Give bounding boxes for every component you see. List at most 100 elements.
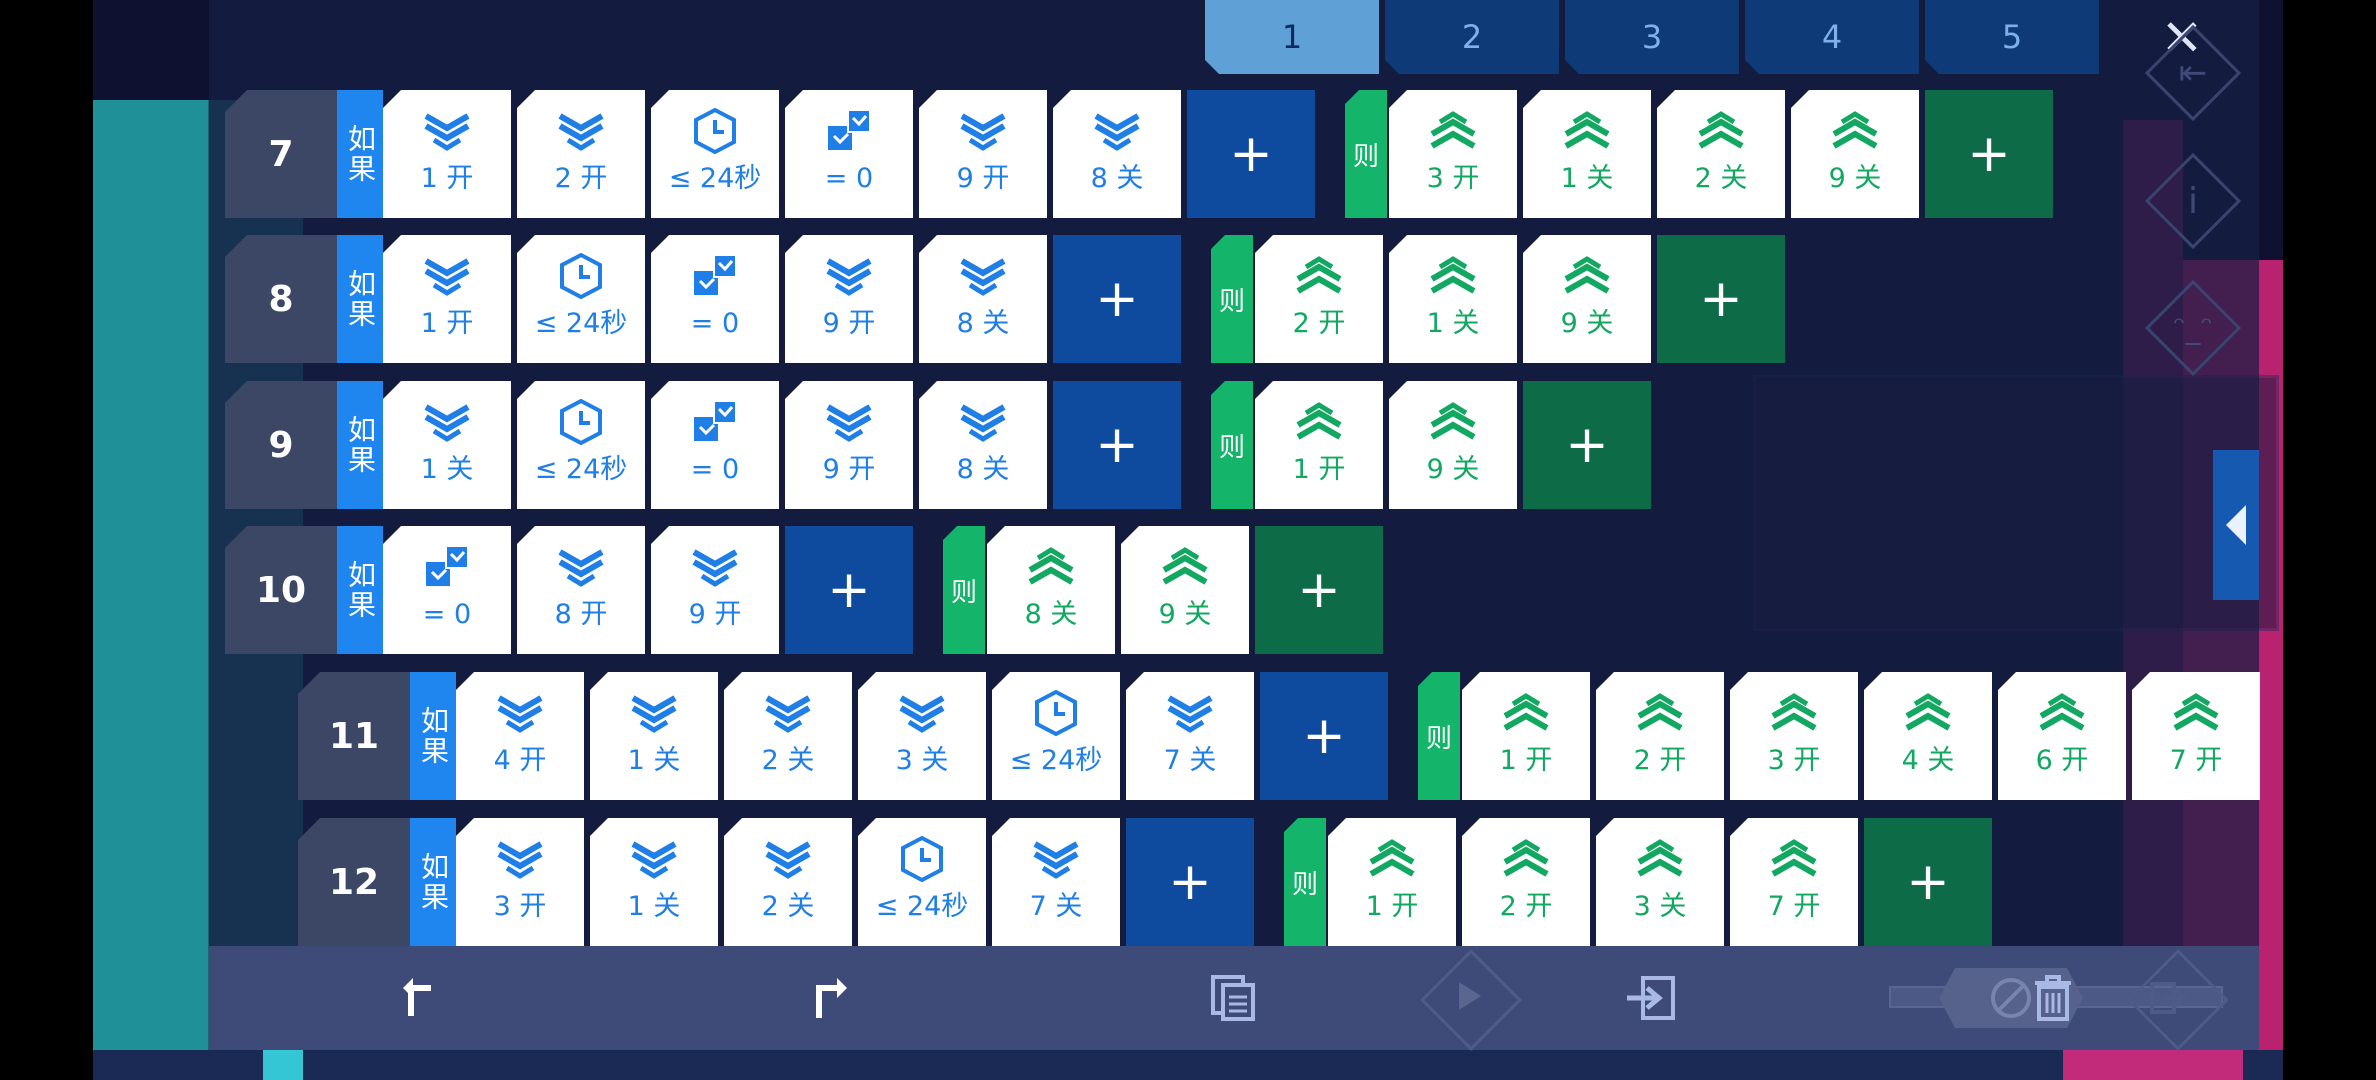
condition-card[interactable]: 9 开 — [919, 90, 1047, 218]
condition-card[interactable]: 1 关 — [383, 381, 511, 509]
rule-number[interactable]: 9 — [225, 381, 337, 509]
action-card[interactable]: 9 关 — [1121, 526, 1249, 654]
action-card[interactable]: 2 关 — [1657, 90, 1785, 218]
action-card[interactable]: 3 开 — [1389, 90, 1517, 218]
action-card[interactable]: 9 关 — [1389, 381, 1517, 509]
add-condition-button[interactable]: + — [1053, 381, 1181, 509]
undo-button[interactable] — [389, 966, 453, 1030]
action-card[interactable]: 2 开 — [1596, 672, 1724, 800]
add-condition-button[interactable]: + — [1187, 90, 1315, 218]
condition-card[interactable]: ≤ 24秒 — [517, 235, 645, 363]
action-label: 9 关 — [1828, 163, 1882, 194]
condition-card[interactable]: 1 开 — [383, 90, 511, 218]
rule-number[interactable]: 10 — [225, 526, 337, 654]
action-card[interactable]: 9 关 — [1523, 235, 1651, 363]
condition-card[interactable]: 8 关 — [1053, 90, 1181, 218]
condition-label: = 0 — [422, 599, 472, 630]
condition-card[interactable]: = 0 — [383, 526, 511, 654]
condition-card[interactable]: 7 关 — [1126, 672, 1254, 800]
import-button[interactable] — [1619, 966, 1683, 1030]
action-card[interactable]: 7 开 — [1730, 818, 1858, 946]
add-action-button[interactable]: + — [1523, 381, 1651, 509]
condition-card[interactable]: 8 开 — [517, 526, 645, 654]
action-label: 8 关 — [1024, 599, 1078, 630]
undo-icon — [403, 978, 431, 1016]
then-tag: 则 — [1211, 235, 1253, 363]
collapse-panel-button[interactable] — [2213, 450, 2259, 600]
rule-number[interactable]: 12 — [298, 818, 410, 946]
action-card[interactable]: 1 关 — [1523, 90, 1651, 218]
condition-card[interactable]: 1 开 — [383, 235, 511, 363]
signal-icon — [1767, 690, 1821, 736]
action-card[interactable]: 1 关 — [1389, 235, 1517, 363]
action-card[interactable]: 1 开 — [1462, 672, 1590, 800]
action-card[interactable]: 9 关 — [1791, 90, 1919, 218]
action-card[interactable]: 4 关 — [1864, 672, 1992, 800]
action-card[interactable]: 8 关 — [987, 526, 1115, 654]
add-action-button[interactable]: + — [1864, 818, 1992, 946]
tab-4[interactable]: 4 — [1745, 0, 1919, 74]
condition-label: 8 开 — [554, 599, 608, 630]
stack-icon — [822, 399, 876, 445]
condition-card[interactable]: = 0 — [651, 381, 779, 509]
stack-icon — [761, 836, 815, 882]
condition-card[interactable]: ≤ 24秒 — [651, 90, 779, 218]
condition-card[interactable]: 2 关 — [724, 672, 852, 800]
signal-icon — [1767, 836, 1821, 882]
action-card[interactable]: 6 开 — [1998, 672, 2126, 800]
stack-icon — [554, 544, 608, 590]
condition-card[interactable]: = 0 — [785, 90, 913, 218]
clock-icon — [692, 108, 738, 154]
tab-5[interactable]: 5 — [1925, 0, 2099, 74]
tab-3[interactable]: 3 — [1565, 0, 1739, 74]
add-condition-button[interactable]: + — [1126, 818, 1254, 946]
condition-card[interactable]: = 0 — [651, 235, 779, 363]
add-action-button[interactable]: + — [1657, 235, 1785, 363]
condition-card[interactable]: 8 关 — [919, 381, 1047, 509]
condition-card[interactable]: ≤ 24秒 — [517, 381, 645, 509]
add-action-button[interactable]: + — [1255, 526, 1383, 654]
condition-card[interactable]: 7 关 — [992, 818, 1120, 946]
add-condition-button[interactable]: + — [1053, 235, 1181, 363]
signal-icon — [2035, 690, 2089, 736]
condition-label: 9 开 — [822, 308, 876, 339]
condition-card[interactable]: 2 开 — [517, 90, 645, 218]
action-card[interactable]: 2 开 — [1255, 235, 1383, 363]
signal-icon — [1426, 108, 1480, 154]
condition-card[interactable]: 9 开 — [785, 235, 913, 363]
condition-card[interactable]: 3 关 — [858, 672, 986, 800]
action-card[interactable]: 3 开 — [1730, 672, 1858, 800]
condition-card[interactable]: 1 关 — [590, 818, 718, 946]
clock-icon — [558, 253, 604, 299]
action-card[interactable]: 1 开 — [1255, 381, 1383, 509]
action-card[interactable]: 7 开 — [2132, 672, 2260, 800]
rule-number[interactable]: 8 — [225, 235, 337, 363]
condition-card[interactable]: 1 关 — [590, 672, 718, 800]
add-action-button[interactable]: + — [1925, 90, 2053, 218]
condition-card[interactable]: 9 开 — [651, 526, 779, 654]
signal-icon — [1560, 253, 1614, 299]
add-condition-button[interactable]: + — [785, 526, 913, 654]
clock-icon — [1033, 690, 1079, 736]
copy-button[interactable] — [1202, 966, 1266, 1030]
import-icon — [1627, 976, 1675, 1020]
condition-card[interactable]: 4 开 — [456, 672, 584, 800]
condition-card[interactable]: 2 关 — [724, 818, 852, 946]
action-card[interactable]: 2 开 — [1462, 818, 1590, 946]
action-card[interactable]: 1 开 — [1328, 818, 1456, 946]
add-condition-button[interactable]: + — [1260, 672, 1388, 800]
condition-card[interactable]: 8 关 — [919, 235, 1047, 363]
redo-button[interactable] — [797, 966, 861, 1030]
condition-card[interactable]: 3 开 — [456, 818, 584, 946]
rule-number[interactable]: 11 — [298, 672, 410, 800]
condition-card[interactable]: 9 开 — [785, 381, 913, 509]
condition-card[interactable]: ≤ 24秒 — [858, 818, 986, 946]
tab-1[interactable]: 1 — [1205, 0, 1379, 74]
condition-card[interactable]: ≤ 24秒 — [992, 672, 1120, 800]
signal-icon — [1292, 253, 1346, 299]
action-card[interactable]: 3 关 — [1596, 818, 1724, 946]
tab-2[interactable]: 2 — [1385, 0, 1559, 74]
rule-number[interactable]: 7 — [225, 90, 337, 218]
delete-button[interactable] — [2021, 966, 2085, 1030]
play-icon — [1459, 982, 1481, 1010]
